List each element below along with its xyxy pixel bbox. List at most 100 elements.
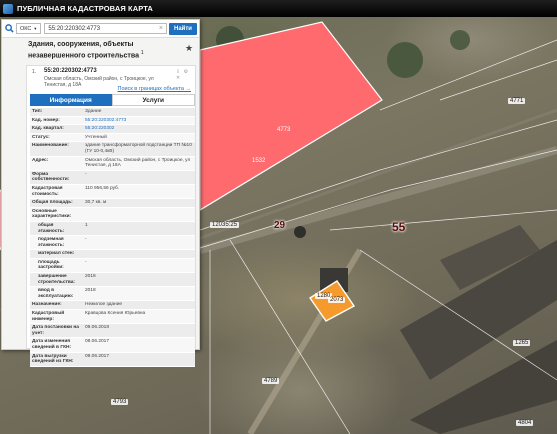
- info-row-key: Наименование:: [32, 143, 69, 149]
- search-bar: ОКС ▼ 55:20:220302:4773 × Найти: [2, 20, 199, 38]
- info-row: Кад. номер: 55:20:220302:4773: [30, 116, 195, 126]
- search-input[interactable]: 55:20:220302:4773 ×: [44, 23, 167, 34]
- star-icon[interactable]: ★: [185, 43, 193, 54]
- category-title: Здания, сооружения, объекты незавершенно…: [28, 41, 178, 60]
- info-row: завершение строительства: 2018: [30, 273, 195, 288]
- info-row-key: Тип:: [32, 109, 43, 114]
- info-row-key: ввод в эксплуатацию:: [38, 288, 74, 299]
- result-cadastral-number[interactable]: 55:20:220302:4773: [44, 68, 97, 74]
- info-row: подземная этажность: -: [30, 236, 195, 251]
- info-row: Форма собственности: -: [30, 170, 195, 185]
- info-row-key: подземная этажность:: [38, 237, 65, 248]
- info-row-value: 1: [85, 222, 88, 228]
- info-row: Дата изменения сведений в ГКН: 08.06.2017: [30, 338, 195, 353]
- info-row: Статус: Учтенный: [30, 133, 195, 143]
- info-row-key: Кадастровая стоимость:: [32, 185, 63, 197]
- info-row-value: 09.06.2018: [85, 325, 110, 331]
- logo-icon: [3, 3, 13, 14]
- info-row: Дата выгрузки сведений из ГКН: 09.06.2017: [30, 352, 195, 367]
- info-row: Назначение: Нежилое здание: [30, 301, 195, 311]
- info-row: Дата постановки на учет: 09.06.2018: [30, 324, 195, 339]
- info-row: площадь застройки: -: [30, 258, 195, 274]
- info-row-value: [83, 250, 195, 258]
- info-row-key: Адрес:: [32, 157, 49, 163]
- info-row-value: -: [85, 259, 87, 265]
- info-row: ввод в эксплуатацию: 2018: [30, 287, 195, 302]
- info-row-key: общая этажность:: [38, 222, 65, 234]
- info-row-key: Кадастровый инженер:: [32, 311, 65, 322]
- label-1265: 1265: [513, 340, 531, 346]
- search-button[interactable]: Найти: [169, 22, 197, 35]
- label-120355: 12035:25: [210, 222, 240, 228]
- info-row-key: Кад. квартал:: [32, 126, 64, 132]
- info-row: материал стен:: [30, 250, 195, 259]
- object-type-value: ОКС: [20, 25, 32, 32]
- info-row-key: Назначение:: [32, 302, 62, 308]
- info-row-key: площадь застройки:: [38, 259, 64, 271]
- label-55: 55: [392, 220, 406, 234]
- info-row-value: Здание: [85, 109, 102, 114]
- info-row-value: Учтенный: [85, 134, 107, 140]
- info-row: Основные характеристики:: [30, 207, 195, 222]
- info-row-value: Омская область, Омский район, с Троицкое…: [85, 157, 191, 169]
- info-row-value: 08.06.2017: [85, 339, 110, 345]
- info-row-key: Общая площадь:: [32, 200, 73, 206]
- label-4804: 4804: [516, 420, 534, 426]
- label-4789: 4789: [262, 378, 280, 384]
- info-row: Кадастровая стоимость: 110 956,56 руб.: [30, 184, 195, 200]
- search-query: 55:20:220302:4773: [48, 25, 101, 32]
- info-row-value: Нежилое здание: [85, 302, 123, 308]
- info-row-value: 110 956,56 руб.: [85, 185, 120, 191]
- info-row-value[interactable]: 55:20:220302: [83, 125, 195, 133]
- info-row-key: завершение строительства:: [38, 274, 76, 285]
- info-row-key: Дата изменения сведений в ГКН:: [32, 339, 72, 350]
- info-row-key: Статус:: [32, 134, 50, 140]
- top-bar: ПУБЛИЧНАЯ КАДАСТРОВАЯ КАРТА: [0, 0, 557, 17]
- info-row-key: Форма собственности:: [32, 171, 70, 183]
- info-row-value: [83, 208, 195, 221]
- tab-services[interactable]: Услуги: [111, 94, 195, 106]
- info-row: Тип: Здание: [30, 108, 195, 117]
- info-row-value[interactable]: 55:20:220302:4773: [83, 117, 195, 125]
- info-row: Кадастровый инженер: Кравцова Ксения Юрье…: [30, 310, 195, 325]
- info-row-value: здание трансформаторной подстанции ТП №1…: [85, 143, 192, 154]
- info-row: Адрес: Омская область, Омский район, с Тр…: [30, 156, 195, 171]
- info-row-value: -: [85, 237, 87, 243]
- card-tools-icon[interactable]: ⇩ ⚙ ✕: [176, 69, 195, 81]
- object-type-select[interactable]: ОКС ▼: [16, 23, 42, 34]
- label-4771: 4771: [508, 98, 526, 104]
- info-row-value: 2018: [85, 288, 96, 294]
- app-title: ПУБЛИЧНАЯ КАДАСТРОВАЯ КАРТА: [17, 4, 153, 13]
- info-row-value: 2018: [85, 274, 96, 280]
- clear-icon[interactable]: ×: [159, 25, 163, 32]
- label-4773: 4773: [277, 127, 291, 133]
- label-1532: 1532: [252, 158, 266, 164]
- info-row-key: Дата выгрузки сведений из ГКН:: [32, 353, 74, 365]
- info-row-value: Кравцова Ксения Юрьевна: [85, 311, 146, 317]
- chevron-down-icon: ▼: [33, 26, 38, 31]
- info-table: Тип: Здание Кад. номер: 55:20:220302:4773 Ка…: [30, 108, 195, 367]
- info-row: Наименование: здание трансформаторной под…: [30, 142, 195, 157]
- search-in-bounds-link[interactable]: Поиск в границах объекта →: [118, 86, 191, 92]
- tab-information[interactable]: Информация: [30, 94, 112, 106]
- label-29: 29: [274, 220, 286, 231]
- result-card: 1. 55:20:220302:4773 Омская область, Омс…: [26, 65, 196, 367]
- result-index: 1.: [32, 69, 37, 75]
- info-panel: ОКС ▼ 55:20:220302:4773 × Найти Здания, …: [1, 19, 200, 367]
- info-row-value: 09.06.2017: [85, 353, 110, 359]
- category-title-text: Здания, сооружения, объекты незавершенно…: [28, 41, 139, 60]
- result-tabs: Информация Услуги: [30, 94, 195, 106]
- info-row: Кад. квартал: 55:20:220302: [30, 125, 195, 134]
- label-4793: 4793: [111, 399, 129, 405]
- info-row-value: -: [85, 171, 87, 177]
- info-row-value: 30,7 кв. м: [85, 200, 107, 206]
- category-count: 1: [140, 50, 144, 56]
- info-row: общая этажность: 1: [30, 221, 195, 237]
- info-row-key: Кад. номер:: [32, 117, 60, 123]
- info-row-key: материал стен:: [38, 251, 75, 257]
- info-row-key: Основные характеристики:: [32, 208, 72, 220]
- label-2073: 2073: [328, 297, 346, 303]
- search-icon[interactable]: [2, 22, 16, 36]
- info-row-key: Дата постановки на учет:: [32, 325, 79, 336]
- info-row: Общая площадь: 30,7 кв. м: [30, 199, 195, 208]
